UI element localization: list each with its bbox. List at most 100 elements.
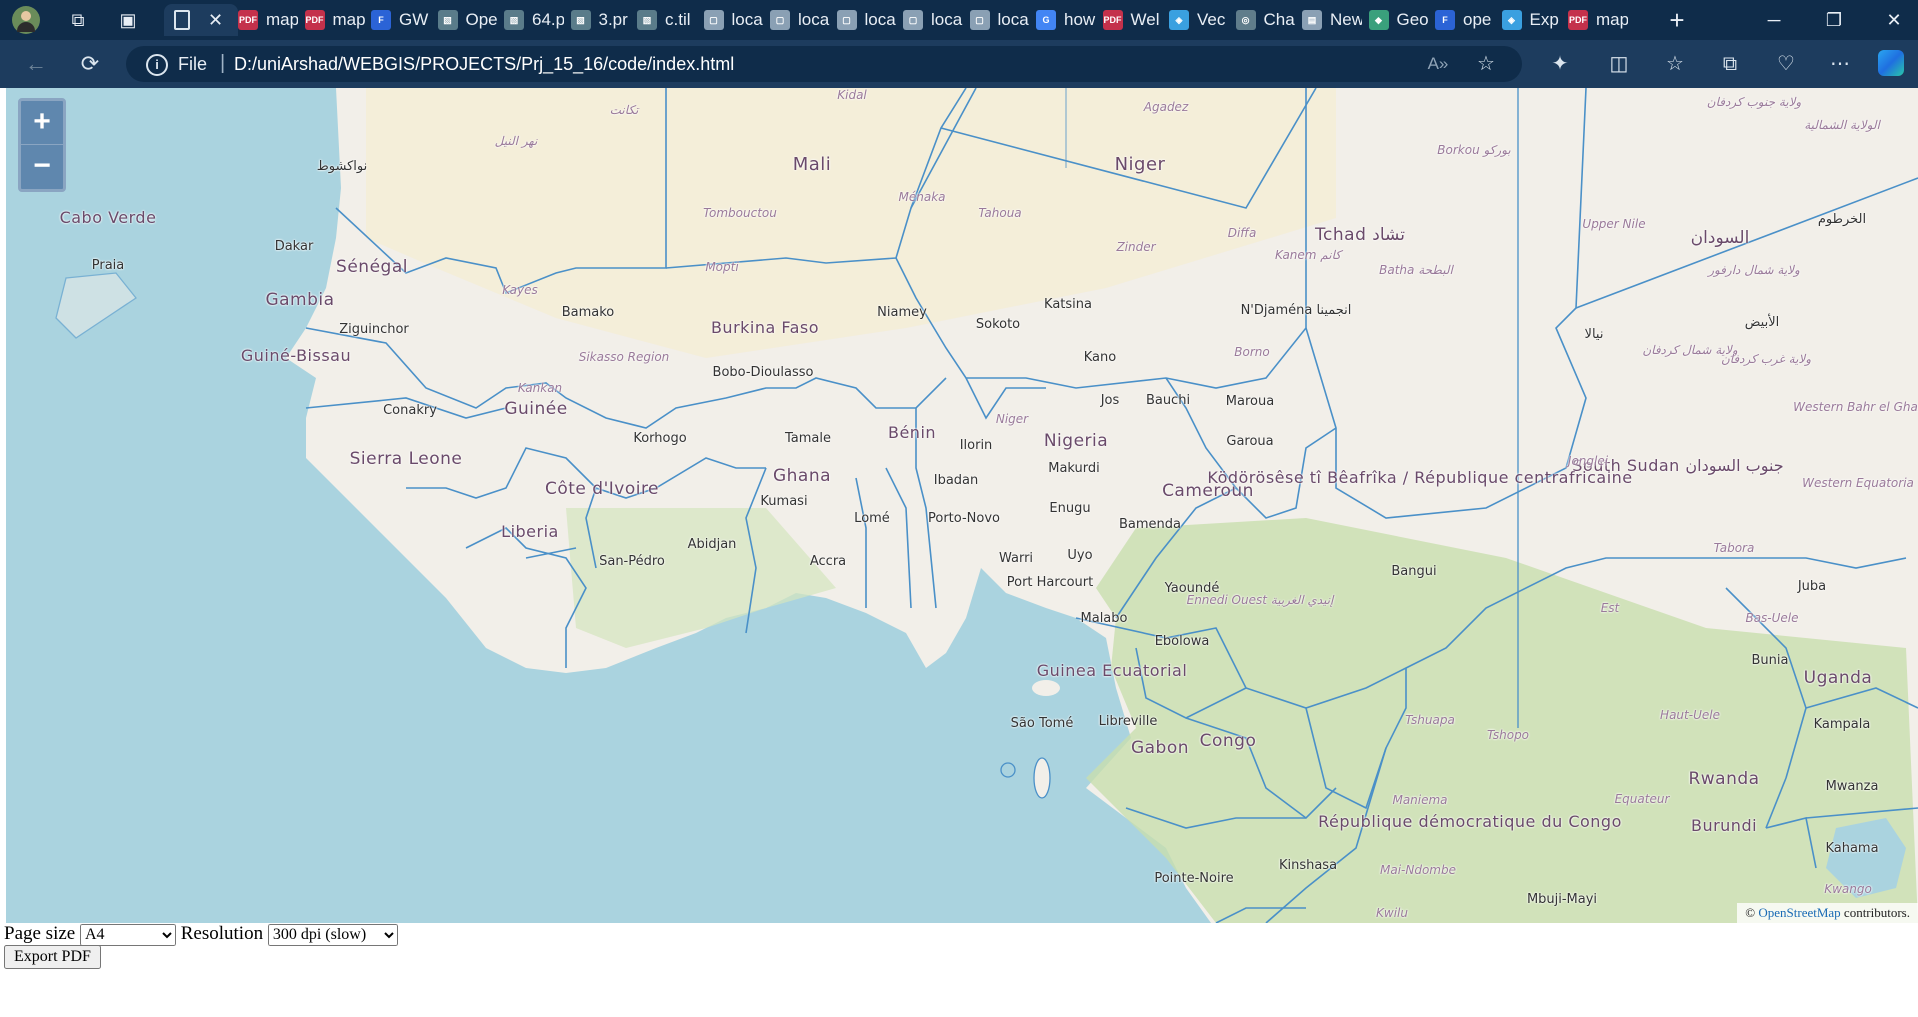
- app-icon: F: [371, 10, 391, 30]
- country-label: Cabo Verde: [59, 208, 157, 227]
- split-screen-icon[interactable]: ◫: [1605, 50, 1633, 78]
- tab-label: how: [1064, 10, 1096, 29]
- place-label: ولاية شمال دارفور: [1708, 263, 1800, 277]
- browser-tab[interactable]: PDF map: [1568, 4, 1628, 36]
- place-label: Agadez: [1143, 100, 1189, 114]
- copilot-icon[interactable]: [1878, 50, 1904, 76]
- country-label: Mali: [792, 154, 832, 175]
- browser-tab[interactable]: ▧ 3.pr: [570, 4, 631, 36]
- favorite-star-icon[interactable]: ☆: [1472, 50, 1500, 78]
- place-label: ولاية غرب كردفان: [1720, 352, 1812, 366]
- browser-tab[interactable]: ▢ loca: [903, 4, 963, 36]
- image-icon: ▧: [437, 10, 458, 30]
- cabo-verde-islands: [55, 272, 137, 339]
- tab-label: Geo: [1396, 10, 1429, 29]
- browser-tab[interactable]: ▢ loca: [703, 4, 764, 36]
- browser-tab[interactable]: ▢ loca: [969, 4, 1030, 36]
- place-label: Bamako: [561, 305, 615, 320]
- place-label: São Tomé: [1010, 716, 1074, 731]
- browser-tab[interactable]: ◈ Exp: [1501, 4, 1562, 36]
- collections-icon[interactable]: ⧉: [1716, 50, 1744, 78]
- browser-tab[interactable]: ▢ loca: [770, 4, 830, 36]
- place-label: Makurdi: [1048, 461, 1100, 476]
- place-label: Porto-Novo: [928, 511, 1000, 526]
- pdf-icon: PDF: [238, 10, 258, 30]
- browser-tab[interactable]: ▧ c.til: [637, 4, 697, 36]
- place-label: Dakar: [274, 239, 314, 254]
- browser-tab[interactable]: ◆ Geo: [1368, 4, 1429, 36]
- place-label: Batha البطحة: [1379, 263, 1453, 277]
- place-label: Maroua: [1225, 394, 1275, 409]
- browser-tab[interactable]: Ghow: [1036, 4, 1096, 36]
- export-pdf-button[interactable]: Export PDF: [4, 945, 101, 969]
- read-aloud-icon[interactable]: A»: [1424, 50, 1452, 78]
- refresh-icon[interactable]: ⟳: [76, 50, 104, 78]
- place-label: Korhogo: [633, 431, 687, 446]
- browser-tab[interactable]: ▧ Ope: [437, 4, 498, 36]
- place-label: Tshopo: [1486, 728, 1530, 742]
- tab-actions-icon[interactable]: ▣: [116, 8, 140, 32]
- minimize-icon[interactable]: ─: [1762, 8, 1786, 32]
- zoom-out-button[interactable]: −: [18, 144, 66, 192]
- restore-icon[interactable]: ❐: [1822, 8, 1846, 32]
- place-label: Enugu: [1049, 501, 1091, 516]
- country-label: Guinée: [504, 399, 568, 419]
- browser-tab[interactable]: Fope: [1435, 4, 1495, 36]
- new-tab-icon[interactable]: +: [1665, 7, 1689, 33]
- place-label: Kano: [1083, 350, 1117, 365]
- pdf-icon: PDF: [1102, 10, 1123, 30]
- resolution-select[interactable]: 300 dpi (slow): [267, 923, 398, 946]
- browser-tab[interactable]: ◎ Cha: [1235, 4, 1296, 36]
- more-menu-icon[interactable]: ⋯: [1826, 50, 1854, 78]
- place-label: Katsina: [1044, 297, 1092, 312]
- place-label: Borkou بوركو: [1437, 143, 1511, 157]
- tab-label: ope: [1463, 10, 1492, 29]
- close-tab-icon[interactable]: ✕: [208, 10, 223, 31]
- place-label: Malabo: [1080, 611, 1128, 626]
- pdf-icon: PDF: [304, 10, 325, 30]
- back-icon[interactable]: ←: [22, 50, 50, 78]
- tab-label: Cha: [1263, 10, 1295, 29]
- country-label: Bénin: [887, 423, 937, 442]
- browser-tab[interactable]: ▤ New: [1302, 4, 1362, 36]
- attribution-suffix: contributors.: [1843, 905, 1910, 920]
- zoom-in-button[interactable]: +: [18, 98, 66, 148]
- tab-label: map: [1596, 10, 1628, 29]
- place-label: Western Equatoria: [1802, 476, 1914, 490]
- map-view[interactable]: Mali Niger Tchad تشاد السودان Sénégal Gambia G…: [6, 88, 1918, 923]
- place-label: Diffa: [1227, 226, 1257, 240]
- browser-tab[interactable]: PDF map: [304, 4, 365, 36]
- browser-essentials-icon[interactable]: ♡: [1772, 50, 1800, 78]
- browser-tab[interactable]: ◈ Vec: [1169, 4, 1229, 36]
- extensions-icon[interactable]: ✦: [1546, 50, 1574, 78]
- url-text[interactable]: D:/uniArshad/WEBGIS/PROJECTS/Prj_15_16/c…: [234, 54, 734, 75]
- tab-label: Exp: [1529, 10, 1559, 29]
- tab-label: loca: [731, 10, 763, 29]
- favorites-icon[interactable]: ☆: [1661, 50, 1689, 78]
- place-label: Ennedi Ouest إنيدي الغربية: [1186, 593, 1334, 607]
- place-label: Bunia: [1751, 653, 1789, 668]
- osm-attribution-link[interactable]: OpenStreetMap: [1758, 905, 1840, 920]
- workspaces-icon[interactable]: ⧉: [66, 8, 90, 32]
- place-label: Bas-Uele: [1745, 611, 1799, 625]
- country-label: Rwanda: [1688, 769, 1760, 789]
- browser-tab[interactable]: F GW: [371, 4, 431, 36]
- place-label: Tamale: [785, 431, 831, 446]
- profile-avatar[interactable]: [12, 6, 40, 34]
- info-icon[interactable]: i: [146, 54, 168, 76]
- place-label: Tahoua: [978, 206, 1022, 220]
- browser-tab[interactable]: PDF map: [238, 4, 298, 36]
- file-icon: ▢: [903, 10, 923, 30]
- file-icon: ▢: [770, 10, 790, 30]
- page-size-select[interactable]: A4: [79, 923, 176, 946]
- place-label: Ziguinchor: [339, 322, 409, 337]
- browser-tab[interactable]: ▧ 64.p: [504, 4, 564, 36]
- country-label: Ghana: [772, 466, 832, 486]
- close-window-icon[interactable]: ✕: [1882, 8, 1906, 32]
- tab-active[interactable]: ✕: [164, 4, 238, 36]
- place-label: Kayes: [502, 283, 538, 297]
- country-label: Tchad تشاد: [1315, 225, 1405, 245]
- url-field[interactable]: i File | D:/uniArshad/WEBGIS/PROJECTS/Pr…: [126, 46, 1522, 82]
- browser-tab[interactable]: ▢ loca: [836, 4, 897, 36]
- browser-tab[interactable]: PDF Wel: [1102, 4, 1163, 36]
